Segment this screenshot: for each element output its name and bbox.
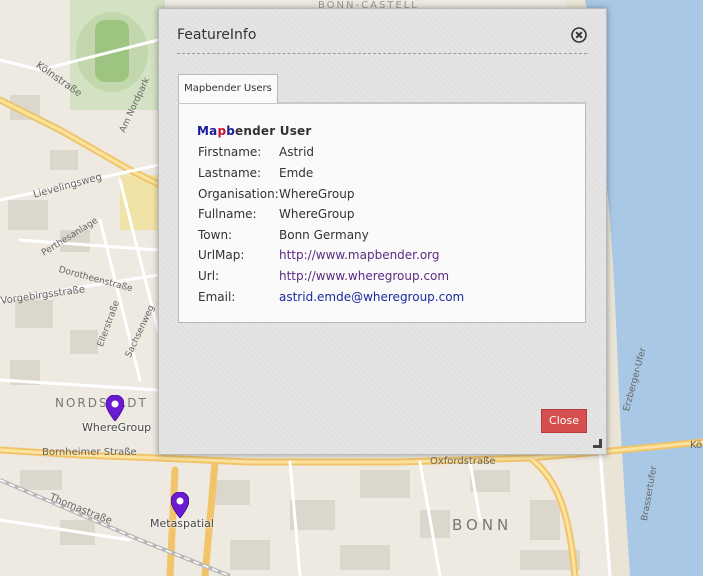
district-label: NORDSTADT [55, 396, 148, 410]
field-value: WhereGroup [279, 187, 355, 201]
field-label: Url: [198, 269, 220, 283]
field-value: Emde [279, 166, 314, 180]
url-link[interactable]: http://www.wheregroup.com [279, 269, 449, 283]
field-label: UrlMap: [198, 248, 245, 262]
field-label: Lastname: [198, 166, 262, 180]
street-label: Bornheimer Straße [42, 447, 137, 458]
urlmap-link[interactable]: http://www.mapbender.org [279, 248, 440, 262]
field-row-urlmap: UrlMap: http://www.mapbender.org [198, 248, 440, 266]
street-label: Köln [690, 440, 703, 451]
field-value: Astrid [279, 145, 315, 159]
field-row-lastname: Lastname: Emde [198, 166, 313, 184]
street-label: Oxfordstraße [430, 456, 496, 467]
field-row-url: Url: http://www.wheregroup.com [198, 269, 449, 287]
field-row-town: Town: Bonn Germany [198, 228, 369, 246]
feature-heading: Mapbender User [197, 124, 312, 138]
district-label: BONN [452, 516, 513, 534]
field-label: Fullname: [198, 207, 257, 221]
field-row-fullname: Fullname: WhereGroup [198, 207, 354, 225]
field-label: Town: [198, 228, 233, 242]
title-divider [177, 53, 587, 54]
field-label: Firstname: [198, 145, 262, 159]
map-marker-pin-icon[interactable] [106, 395, 124, 421]
field-value: WhereGroup [279, 207, 355, 221]
marker-label: WhereGroup [82, 421, 152, 434]
tab-mapbender-users[interactable]: Mapbender Users [178, 74, 278, 103]
field-label: Email: [198, 290, 236, 304]
field-label: Organisation: [198, 187, 279, 201]
tab-panel: Mapbender User Firstname: Astrid Lastnam… [178, 102, 586, 323]
field-row-organisation: Organisation: WhereGroup [198, 187, 354, 205]
resize-handle-icon[interactable] [593, 439, 602, 448]
field-row-firstname: Firstname: Astrid [198, 145, 314, 163]
map-marker-pin-icon[interactable] [171, 492, 189, 518]
field-row-email: Email: astrid.emde@wheregroup.com [198, 290, 464, 308]
dialog-title: FeatureInfo [177, 27, 257, 43]
marker-label: Metaspatial [150, 517, 214, 530]
email-link[interactable]: astrid.emde@wheregroup.com [279, 290, 464, 304]
close-button[interactable]: Close [541, 409, 587, 433]
close-icon[interactable] [571, 27, 587, 43]
field-value: Bonn Germany [279, 228, 369, 242]
featureinfo-dialog: FeatureInfo Mapbender Users Mapbender Us… [158, 8, 607, 455]
